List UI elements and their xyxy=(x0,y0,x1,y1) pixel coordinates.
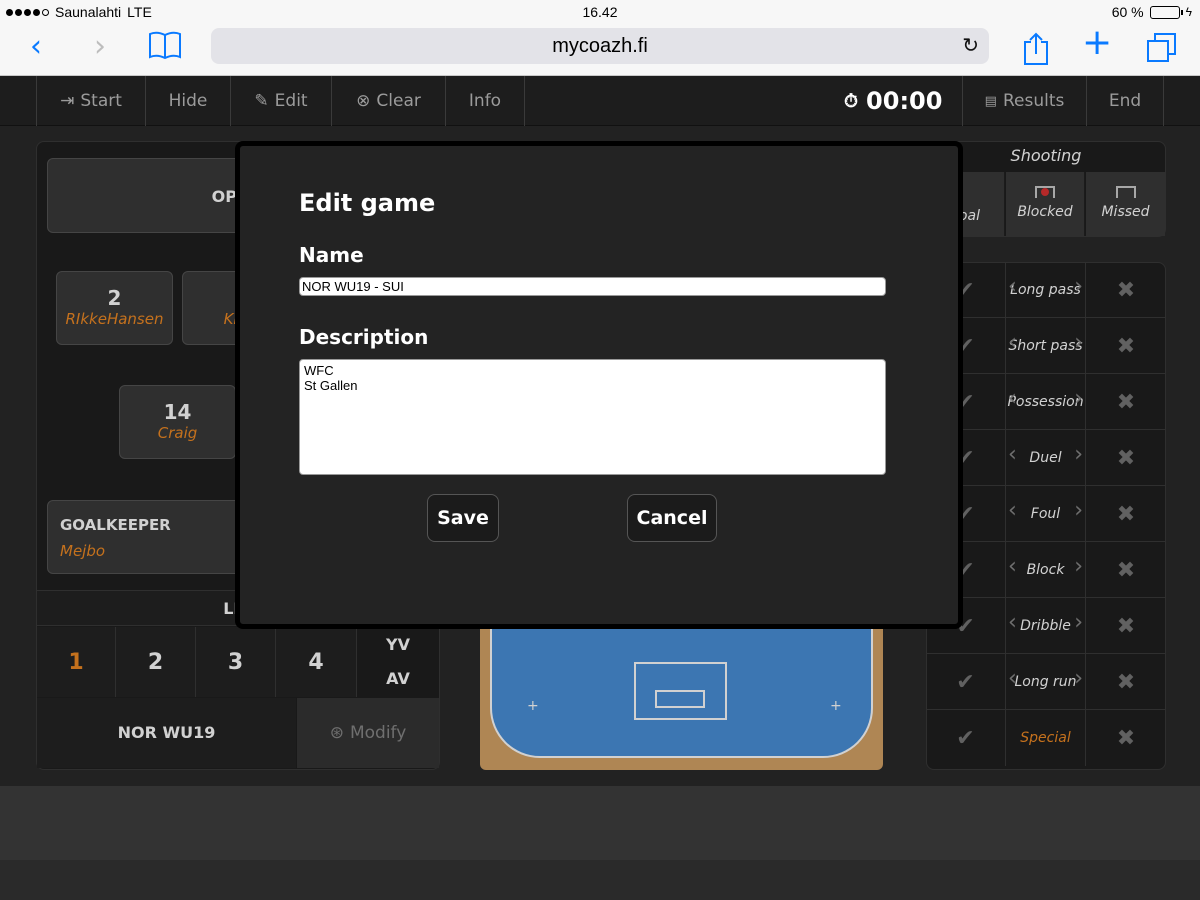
battery-icon xyxy=(1149,5,1183,19)
end-button[interactable]: End xyxy=(1086,76,1164,126)
bottom-bar xyxy=(0,786,1200,860)
reload-icon[interactable]: ↻ xyxy=(962,28,979,64)
dialog-title: Edit game xyxy=(299,189,436,217)
save-button[interactable]: Save xyxy=(427,494,499,542)
url-text: mycoazh.fi xyxy=(552,35,648,57)
footer xyxy=(0,860,1200,900)
name-label: Name xyxy=(299,243,364,267)
results-icon: ▤ xyxy=(984,93,997,109)
tabs-icon[interactable] xyxy=(1146,32,1178,70)
clear-button[interactable]: ⊗ Clear xyxy=(331,76,445,126)
stopwatch-icon: ⏱ xyxy=(844,90,859,112)
app-toolbar: ⇥ Start Hide ✎ Edit ⊗ Clear Info ⏱ 00:00 ▤ R… xyxy=(0,76,1200,126)
back-icon[interactable]: ‹ xyxy=(30,32,42,62)
battery-percent: 60 % xyxy=(1111,4,1144,20)
cancel-button[interactable]: Cancel xyxy=(627,494,717,542)
status-bar: Saunalahti LTE 16.42 60 % ϟ xyxy=(0,0,1200,24)
edit-button[interactable]: ✎ Edit xyxy=(230,76,331,126)
forward-icon[interactable]: › xyxy=(94,32,106,62)
clock: 16.42 xyxy=(582,4,618,20)
clear-icon: ⊗ xyxy=(356,91,371,111)
results-button[interactable]: ▤ Results xyxy=(962,76,1086,126)
info-button[interactable]: Info xyxy=(445,76,525,126)
new-tab-icon[interactable]: + xyxy=(1082,25,1112,61)
edit-icon: ✎ xyxy=(254,91,269,111)
description-textarea[interactable]: WFC St Gallen xyxy=(299,359,886,475)
share-icon[interactable] xyxy=(1022,32,1050,72)
charging-icon: ϟ xyxy=(1185,5,1192,19)
address-bar[interactable]: mycoazh.fi ↻ xyxy=(211,28,989,64)
game-timer[interactable]: ⏱ 00:00 xyxy=(844,76,942,126)
browser-toolbar: ‹ › mycoazh.fi ↻ + xyxy=(0,24,1200,76)
start-button[interactable]: ⇥ Start xyxy=(36,76,145,126)
name-input[interactable] xyxy=(299,277,886,296)
description-label: Description xyxy=(299,325,429,349)
bookmarks-icon[interactable] xyxy=(148,30,182,66)
start-icon: ⇥ xyxy=(60,91,75,111)
hide-button[interactable]: Hide xyxy=(145,76,230,126)
edit-game-dialog: Edit game Name Description WFC St Gallen… xyxy=(235,141,963,629)
